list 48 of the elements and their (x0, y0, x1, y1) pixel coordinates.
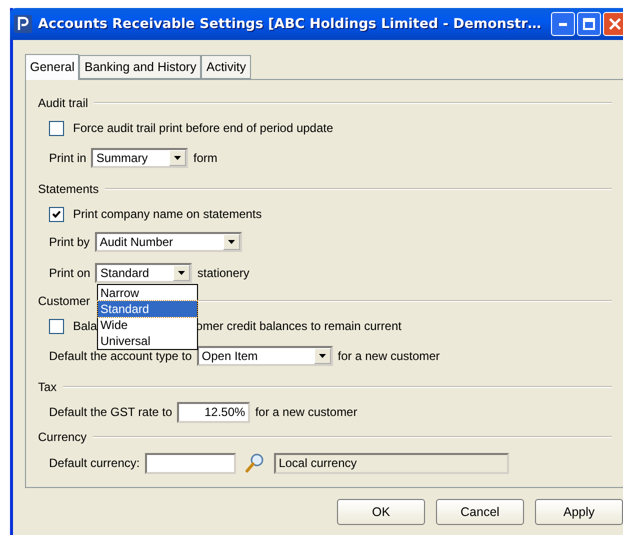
tab[interactable]: Activity (201, 55, 251, 79)
dropdown-field[interactable]: Summary (91, 148, 188, 168)
field-label: form (193, 151, 218, 165)
group-title: Customer (38, 294, 90, 308)
minimize-button[interactable] (551, 12, 576, 36)
tab[interactable]: Banking and History (79, 55, 202, 79)
checkbox[interactable] (49, 120, 64, 136)
checkbox-label: Print company name on statements (73, 207, 262, 221)
input-field[interactable]: 12.50% (177, 402, 250, 422)
field-label: Print on (49, 266, 90, 280)
group-title: Statements (38, 182, 99, 196)
field-label: Default currency: (49, 456, 140, 470)
field-label: for a new customer (338, 349, 440, 363)
maximize-button[interactable] (577, 12, 602, 36)
field-label: Default the GST rate to (49, 405, 172, 419)
field-label: Print by (49, 235, 90, 249)
field-label: Default the account type to (49, 349, 192, 363)
dropdown-field[interactable]: Audit Number (94, 232, 242, 252)
group-title: Currency (38, 430, 87, 444)
dialog-button[interactable]: Apply (535, 499, 623, 525)
close-button[interactable] (603, 12, 623, 36)
input-field[interactable] (144, 452, 236, 474)
checkmark-icon (52, 210, 61, 218)
app-logo-icon (14, 15, 32, 33)
dropdown-arrow-icon (178, 271, 186, 275)
dropdown-option[interactable]: Standard (98, 301, 198, 317)
dropdown-field[interactable]: Open Item (196, 346, 333, 366)
checkbox-label: Bala (73, 319, 98, 333)
dialog-button[interactable]: Cancel (436, 499, 524, 525)
field-label: stationery (197, 266, 250, 280)
group-title: Tax (38, 380, 57, 394)
checkbox[interactable] (49, 318, 64, 334)
dropdown-arrow-icon (318, 354, 326, 358)
description-field: Local currency (274, 452, 509, 474)
tab[interactable]: General (25, 54, 80, 80)
close-icon (609, 18, 622, 30)
minimize-icon (559, 22, 568, 26)
group-title: Audit trail (38, 96, 88, 110)
dialog-button[interactable]: OK (337, 499, 425, 525)
field-label: for a new customer (255, 405, 358, 419)
dropdown-arrow-icon (174, 156, 182, 160)
checkbox-label: Force audit trail print before end of period update (73, 121, 334, 135)
window-title: Accounts Receivable Settings [ABC Holdings Limited - Demonstr… (38, 16, 542, 32)
maximize-icon (583, 18, 596, 30)
field-label: Print in (49, 151, 86, 165)
dropdown-arrow-icon (228, 240, 235, 244)
search-icon[interactable] (244, 453, 266, 473)
checkbox[interactable] (49, 206, 64, 222)
